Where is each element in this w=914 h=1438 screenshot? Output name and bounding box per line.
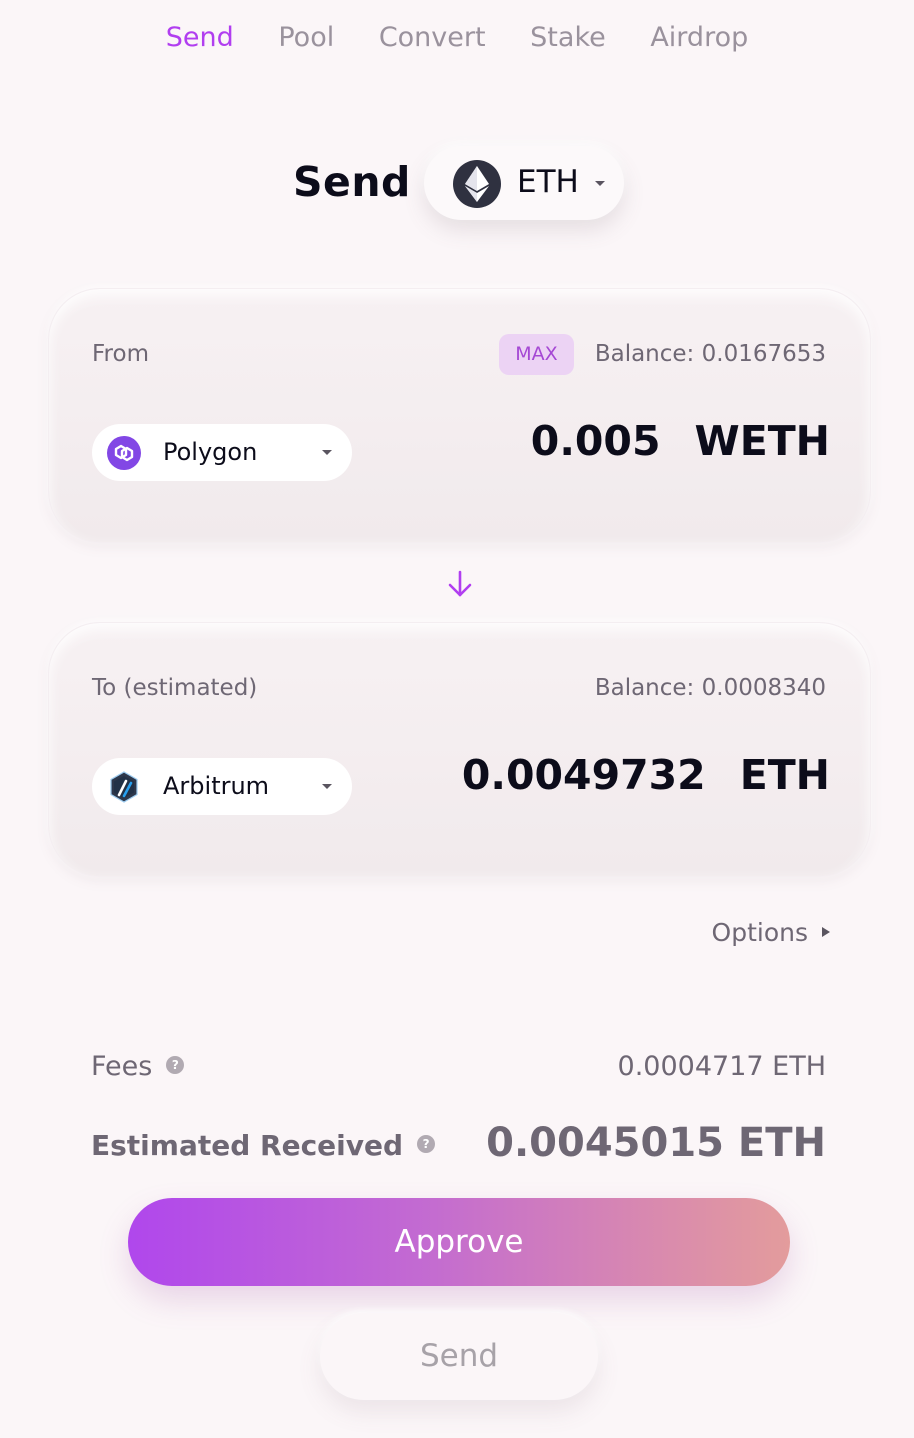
from-chain-select[interactable]: Polygon — [92, 424, 352, 481]
help-icon[interactable]: ? — [417, 1135, 436, 1153]
to-chain-name: Arbitrum — [163, 772, 270, 800]
to-amount-value: 0.0049732 — [461, 751, 706, 799]
from-amount-value[interactable]: 0.005 — [531, 417, 661, 465]
chevron-down-icon — [322, 450, 332, 455]
tab-convert[interactable]: Convert — [379, 22, 486, 53]
options-label: Options — [711, 918, 808, 947]
approve-button[interactable]: Approve — [128, 1198, 790, 1286]
polygon-icon — [107, 436, 141, 470]
from-amount-unit: WETH — [694, 417, 830, 465]
from-card: From MAX Balance: 0.0167653 Polygon 0.00… — [48, 288, 871, 543]
fees-value: 0.0004717 ETH — [617, 1051, 826, 1082]
chevron-down-icon — [322, 784, 332, 789]
from-label: From — [92, 341, 149, 367]
chevron-down-icon — [595, 181, 605, 186]
estimated-received-label: Estimated Received — [91, 1129, 404, 1162]
help-icon[interactable]: ? — [166, 1055, 185, 1074]
tab-stake[interactable]: Stake — [530, 22, 606, 53]
to-balance: Balance: 0.0008340 — [594, 675, 826, 701]
from-amount[interactable]: 0.005 WETH — [531, 417, 830, 465]
from-chain-name: Polygon — [163, 438, 258, 466]
to-amount: 0.0049732 ETH — [462, 751, 830, 799]
triangle-right-icon — [822, 927, 830, 937]
to-amount-unit: ETH — [739, 751, 830, 799]
max-button[interactable]: MAX — [499, 334, 574, 375]
fees-label-row: Fees? — [91, 1051, 185, 1082]
options-toggle[interactable]: Options — [712, 918, 830, 947]
arbitrum-icon — [110, 771, 138, 803]
send-header: Send ETH — [0, 146, 914, 220]
from-balance: Balance: 0.0167653 — [594, 341, 826, 367]
ethereum-icon — [453, 160, 501, 208]
estimated-received-label-row: Estimated Received? — [91, 1129, 436, 1162]
send-page: Send Pool Convert Stake Airdrop Send ETH… — [0, 0, 914, 1438]
arrow-down-icon — [448, 570, 472, 597]
fees-label: Fees — [91, 1051, 153, 1082]
to-chain-select[interactable]: Arbitrum — [92, 758, 352, 815]
send-button[interactable]: Send — [320, 1313, 598, 1400]
token-label: ETH — [517, 164, 579, 200]
tab-airdrop[interactable]: Airdrop — [650, 22, 748, 53]
to-card: To (estimated) Balance: 0.0008340 Arbitr… — [48, 622, 871, 877]
top-nav: Send Pool Convert Stake Airdrop — [0, 22, 914, 53]
to-label: To (estimated) — [92, 675, 258, 701]
page-title: Send — [293, 158, 411, 206]
tab-pool[interactable]: Pool — [278, 22, 334, 53]
estimated-received-value: 0.0045015 ETH — [486, 1120, 826, 1166]
token-select[interactable]: ETH — [424, 146, 624, 220]
tab-send[interactable]: Send — [166, 22, 234, 53]
